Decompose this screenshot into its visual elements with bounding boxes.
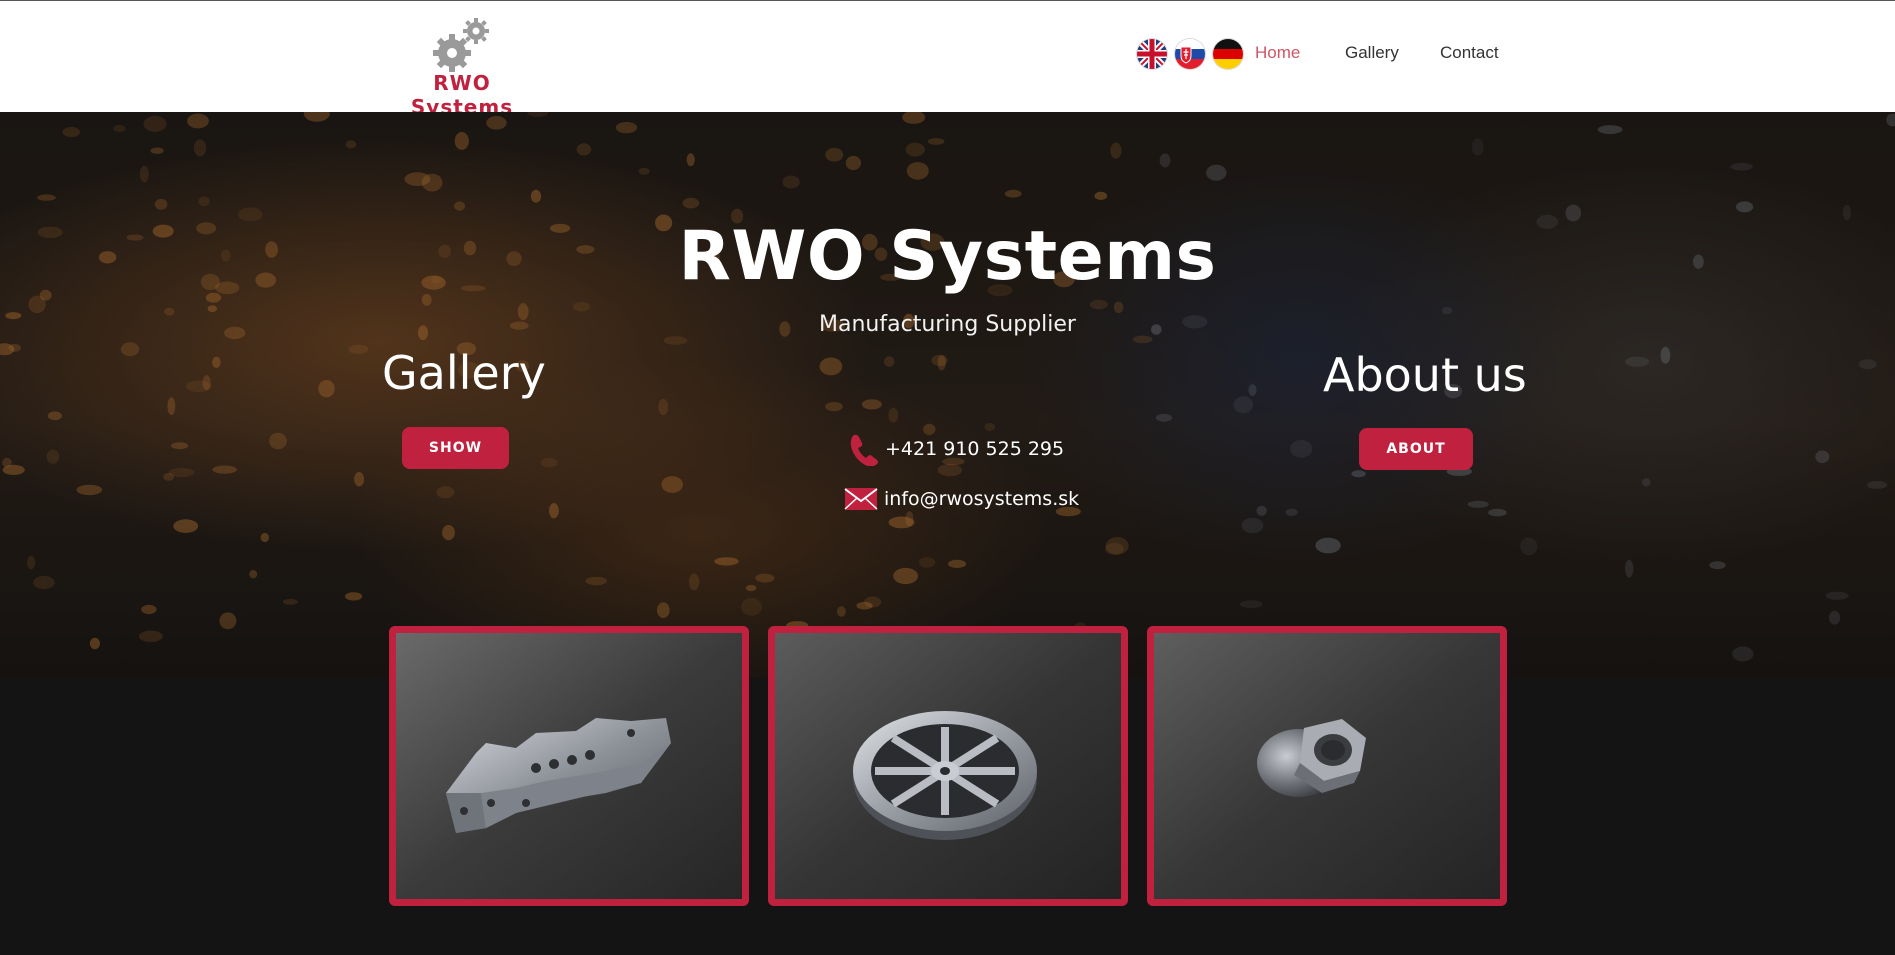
gallery-card-nut[interactable] — [1147, 626, 1507, 906]
hex-cap-nut-image — [1154, 633, 1500, 899]
phone-number: +421 910 525 295 — [885, 438, 1065, 460]
gallery-card-wheel[interactable] — [768, 626, 1128, 906]
flag-uk-icon[interactable] — [1137, 39, 1167, 69]
hero-title: RWO Systems — [678, 217, 1217, 296]
email-row[interactable]: info@rwosystems.sk — [844, 486, 1079, 512]
hero-section: RWO Systems Manufacturing Supplier Galle… — [0, 112, 1895, 678]
envelope-icon — [844, 488, 878, 510]
machined-bracket-image — [396, 633, 742, 899]
nav-home[interactable]: Home — [1255, 43, 1300, 63]
site-header: RWO Systems Home Gallery Contact — [0, 0, 1895, 119]
flag-slovakia-icon[interactable] — [1175, 39, 1205, 69]
nav-contact[interactable]: Contact — [1440, 43, 1499, 63]
gallery-heading: Gallery — [382, 346, 546, 400]
hero-subtitle: Manufacturing Supplier — [819, 312, 1076, 337]
email-address: info@rwosystems.sk — [884, 488, 1080, 510]
gallery-card-bracket[interactable] — [389, 626, 749, 906]
about-heading: About us — [1323, 348, 1527, 402]
phone-row[interactable]: +421 910 525 295 — [847, 432, 1064, 466]
show-gallery-button[interactable]: SHOW — [402, 427, 509, 469]
about-button[interactable]: ABOUT — [1359, 428, 1473, 470]
logo[interactable]: RWO Systems — [384, 13, 544, 119]
machined-wheel-image — [775, 633, 1121, 899]
nav-gallery[interactable]: Gallery — [1345, 43, 1399, 63]
phone-icon — [850, 434, 878, 466]
gears-icon — [433, 18, 489, 72]
flag-germany-icon[interactable] — [1213, 39, 1243, 69]
